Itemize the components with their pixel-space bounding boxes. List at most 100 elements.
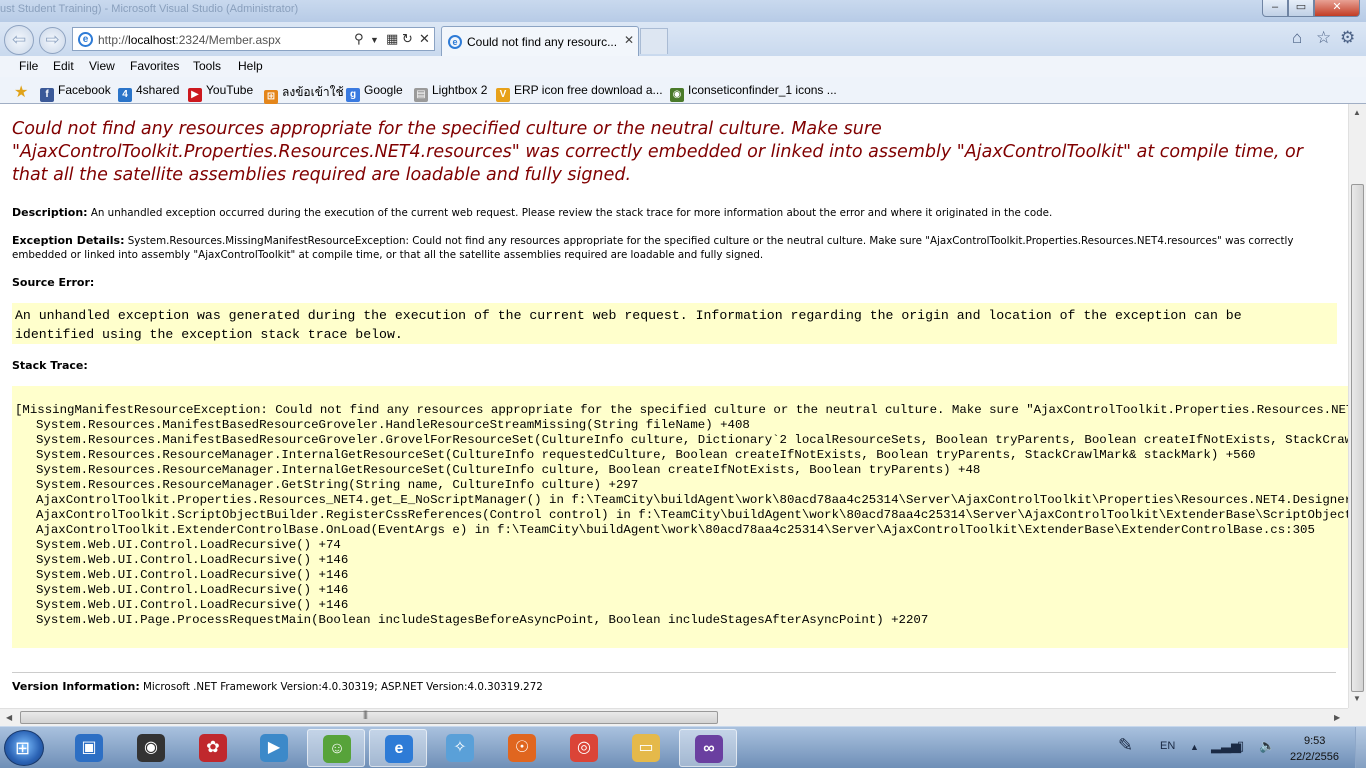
taskbar-media[interactable]: ▶ <box>245 729 303 767</box>
menu-file[interactable]: File <box>19 59 38 73</box>
forward-arrow-icon: ⇨ <box>45 30 60 49</box>
close-window-button[interactable]: ✕ <box>1314 0 1360 17</box>
back-arrow-icon: ⇦ <box>11 30 27 49</box>
stop-icon[interactable]: ✕ <box>419 31 430 47</box>
favorite-label: ลงข้อเข้าใช้ <box>282 85 344 99</box>
scroll-left-icon[interactable]: ◀ <box>6 713 12 722</box>
favorite-link[interactable]: g Google <box>346 83 403 102</box>
vertical-scrollbar[interactable]: ▲ ▼ <box>1348 104 1366 708</box>
media-icon: ▶ <box>260 734 288 762</box>
taskbar-huawei[interactable]: ✿ <box>184 729 242 767</box>
menu-favorites[interactable]: Favorites <box>130 59 179 73</box>
language-indicator[interactable]: EN <box>1160 740 1175 752</box>
erp-icon: V <box>496 88 510 102</box>
taskbar-camera[interactable]: ◉ <box>122 729 180 767</box>
source-error-text: An unhandled exception was generated dur… <box>15 308 1242 342</box>
ie-page-icon: e <box>78 32 93 47</box>
clock-time[interactable]: 9:53 <box>1304 735 1325 747</box>
stack-trace-exception-line: [MissingManifestResourceException: Could… <box>15 403 1348 417</box>
show-hidden-icons-icon[interactable]: ▲ <box>1190 742 1199 752</box>
favorite-link[interactable]: 4 4shared <box>118 83 179 102</box>
menu-edit[interactable]: Edit <box>53 59 74 73</box>
taskbar-chrome[interactable]: ◎ <box>555 729 613 767</box>
exception-details-text: System.Resources.MissingManifestResource… <box>12 235 1294 261</box>
menu-help[interactable]: Help <box>238 59 263 73</box>
error-heading: Could not find any resources appropriate… <box>12 119 1303 185</box>
favorite-link[interactable]: ▤ Lightbox 2 <box>414 83 487 102</box>
stack-trace-line: System.Web.UI.Control.LoadRecursive() +1… <box>36 568 349 582</box>
taskbar-firefox[interactable]: ☉ <box>493 729 551 767</box>
exception-details-section: Exception Details: System.Resources.Miss… <box>12 234 1342 262</box>
youtube-icon: ▶ <box>188 88 202 102</box>
add-favorites-star-icon[interactable]: ★ <box>14 82 28 102</box>
internet-explorer-icon: e <box>385 735 413 763</box>
tab-title: Could not find any resourc... <box>467 35 618 49</box>
tab-close-icon[interactable]: ✕ <box>624 33 634 47</box>
volume-icon[interactable]: 🔈 <box>1259 738 1275 754</box>
new-tab-button[interactable] <box>640 28 668 54</box>
menu-view[interactable]: View <box>89 59 115 73</box>
taskbar-visual-studio[interactable]: ∞ <box>679 729 737 767</box>
scroll-down-icon[interactable]: ▼ <box>1353 694 1361 703</box>
favorite-link[interactable]: ▶ YouTube <box>188 83 253 102</box>
clock-date[interactable]: 22/2/2556 <box>1290 751 1339 763</box>
back-button[interactable]: ⇦ <box>4 25 34 55</box>
explorer-icon: ▣ <box>75 734 103 762</box>
search-icon[interactable]: ⚲ <box>354 31 364 47</box>
page-content: Could not find any resources appropriate… <box>0 104 1348 708</box>
taskbar-ie[interactable]: e <box>369 729 427 767</box>
taskbar-explorer-user[interactable]: ▣ <box>60 729 118 767</box>
stack-trace-line: System.Resources.ManifestBasedResourceGr… <box>36 418 750 432</box>
window-title-bar: ust Student Training) - Microsoft Visual… <box>0 0 1366 22</box>
favorite-label: YouTube <box>206 83 254 97</box>
ie-tab-icon: e <box>448 35 462 49</box>
stack-trace-line: System.Resources.ResourceManager.Interna… <box>36 463 981 477</box>
version-label: Version Information: <box>12 680 140 693</box>
taskbar-messenger[interactable]: ☺ <box>307 729 365 767</box>
favorite-link[interactable]: ◉ Iconseticonfinder_1 icons ... <box>670 83 837 102</box>
favorite-link[interactable]: ⊞ ลงข้อเข้าใช้ <box>264 83 344 104</box>
device-icon[interactable]: ▯ <box>1237 738 1244 754</box>
favorite-link[interactable]: f Facebook <box>40 83 111 102</box>
stack-trace-line: System.Resources.ResourceManager.Interna… <box>36 448 1256 462</box>
tab-active[interactable]: e Could not find any resourc... ✕ <box>441 26 639 56</box>
start-button[interactable]: ⊞ <box>4 730 44 766</box>
address-bar[interactable]: e http://localhost:2324/Member.aspx ⚲ ▼ … <box>72 27 435 51</box>
forward-button[interactable]: ⇨ <box>39 27 66 54</box>
compatibility-view-icon[interactable]: ▦ <box>386 31 398 47</box>
dropdown-arrow-icon[interactable]: ▼ <box>370 35 379 45</box>
favorite-link[interactable]: V ERP icon free download a... <box>496 83 663 102</box>
chrome-icon: ◎ <box>570 734 598 762</box>
source-error-box: An unhandled exception was generated dur… <box>12 303 1337 344</box>
maximize-button[interactable]: ▭ <box>1288 0 1314 17</box>
horizontal-scroll-thumb[interactable]: ||| <box>20 709 718 724</box>
address-url[interactable]: http://localhost:2324/Member.aspx <box>98 33 281 47</box>
vertical-scroll-thumb[interactable] <box>1351 184 1364 692</box>
navigation-bar: ⇦ ⇨ e http://localhost:2324/Member.aspx … <box>0 22 1366 56</box>
taskbar-safari[interactable]: ✧ <box>431 729 489 767</box>
refresh-icon[interactable]: ↻ <box>402 31 413 47</box>
stack-trace-line: System.Resources.ManifestBasedResourceGr… <box>36 433 1348 447</box>
stack-trace-line: AjaxControlToolkit.Properties.Resources_… <box>36 493 1348 507</box>
favorite-label: ERP icon free download a... <box>514 83 663 97</box>
gear-icon[interactable]: ⚙ <box>1340 28 1355 48</box>
pen-tablet-icon[interactable]: ✎ <box>1118 735 1133 756</box>
folder-icon: ▭ <box>632 734 660 762</box>
scroll-up-icon[interactable]: ▲ <box>1353 108 1361 117</box>
menu-tools[interactable]: Tools <box>193 59 221 73</box>
page-icon: ▤ <box>414 88 428 102</box>
windows-logo-icon: ⊞ <box>15 738 31 758</box>
favorites-star-icon[interactable]: ☆ <box>1316 28 1331 48</box>
home-icon[interactable]: ⌂ <box>1292 28 1302 48</box>
divider <box>12 672 1336 673</box>
minimize-button[interactable]: – <box>1262 0 1288 17</box>
horizontal-scrollbar[interactable]: ◀ ||| ▶ <box>0 708 1348 726</box>
facebook-icon: f <box>40 88 54 102</box>
stack-trace-line: System.Resources.ResourceManager.GetStri… <box>36 478 639 492</box>
favorite-label: 4shared <box>136 83 180 97</box>
source-error-label: Source Error: <box>12 276 95 289</box>
taskbar-folder[interactable]: ▭ <box>617 729 675 767</box>
camera-icon: ◉ <box>137 734 165 762</box>
scroll-right-icon[interactable]: ▶ <box>1334 713 1340 722</box>
show-desktop-button[interactable] <box>1355 727 1366 768</box>
